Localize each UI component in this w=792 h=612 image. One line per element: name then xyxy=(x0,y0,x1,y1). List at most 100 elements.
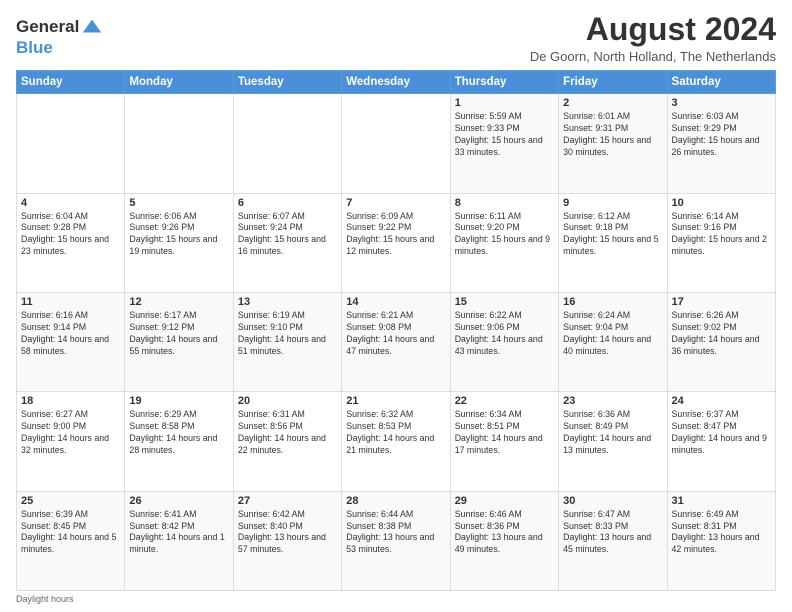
day-info: Sunrise: 6:09 AM Sunset: 9:22 PM Dayligh… xyxy=(346,211,445,259)
table-row: 16 Sunrise: 6:24 AM Sunset: 9:04 PM Dayli… xyxy=(559,292,667,391)
table-row: 11 Sunrise: 6:16 AM Sunset: 9:14 PM Dayli… xyxy=(17,292,125,391)
day-info: Sunrise: 6:47 AM Sunset: 8:33 PM Dayligh… xyxy=(563,509,662,557)
table-row: 19Sunrise: 6:29 AM Sunset: 8:58 PM Dayli… xyxy=(125,392,233,491)
col-friday: Friday xyxy=(559,71,667,94)
day-number: 7 xyxy=(346,197,445,209)
day-info: Sunrise: 6:17 AM Sunset: 9:12 PM Dayligh… xyxy=(129,310,228,358)
logo-icon xyxy=(81,16,103,38)
table-row: 15Sunrise: 6:22 AM Sunset: 9:06 PM Dayli… xyxy=(450,292,558,391)
day-info: Sunrise: 6:16 AM Sunset: 9:14 PM Dayligh… xyxy=(21,310,120,358)
day-info: Sunrise: 6:19 AM Sunset: 9:10 PM Dayligh… xyxy=(238,310,337,358)
day-info: Sunrise: 6:49 AM Sunset: 8:31 PM Dayligh… xyxy=(672,509,771,557)
day-info: Sunrise: 6:42 AM Sunset: 8:40 PM Dayligh… xyxy=(238,509,337,557)
table-row: 27 Sunrise: 6:42 AM Sunset: 8:40 PM Dayli… xyxy=(233,491,341,590)
day-info: Sunrise: 6:24 AM Sunset: 9:04 PM Dayligh… xyxy=(563,310,662,358)
calendar-header-row: Sunday Monday Tuesday Wednesday Thursday… xyxy=(17,71,776,94)
table-row: 3 Sunrise: 6:03 AM Sunset: 9:29 PM Daylig… xyxy=(667,94,775,193)
table-row: 12 Sunrise: 6:17 AM Sunset: 9:12 PM Dayli… xyxy=(125,292,233,391)
day-info: Sunrise: 6:07 AM Sunset: 9:24 PM Dayligh… xyxy=(238,211,337,259)
day-number: 21 xyxy=(346,395,445,407)
day-info: Sunrise: 6:32 AM Sunset: 8:53 PM Dayligh… xyxy=(346,409,445,457)
day-number: 22 xyxy=(455,395,554,407)
table-row: 22Sunrise: 6:34 AM Sunset: 8:51 PM Dayli… xyxy=(450,392,558,491)
day-info: Sunrise: 6:12 AM Sunset: 9:18 PM Dayligh… xyxy=(563,211,662,259)
day-info: Sunrise: 5:59 AM Sunset: 9:33 PM Dayligh… xyxy=(455,111,554,159)
table-row: 9 Sunrise: 6:12 AM Sunset: 9:18 PM Daylig… xyxy=(559,193,667,292)
table-row: 24 Sunrise: 6:37 AM Sunset: 8:47 PM Dayli… xyxy=(667,392,775,491)
calendar-week-row: 11 Sunrise: 6:16 AM Sunset: 9:14 PM Dayli… xyxy=(17,292,776,391)
day-number: 5 xyxy=(129,197,228,209)
table-row: 29Sunrise: 6:46 AM Sunset: 8:36 PM Dayli… xyxy=(450,491,558,590)
col-thursday: Thursday xyxy=(450,71,558,94)
logo: General Blue xyxy=(16,16,103,58)
title-block: August 2024 De Goorn, North Holland, The… xyxy=(530,12,776,64)
day-number: 8 xyxy=(455,197,554,209)
footer-note-text: Daylight hours xyxy=(16,594,74,604)
col-saturday: Saturday xyxy=(667,71,775,94)
calendar-week-row: 18 Sunrise: 6:27 AM Sunset: 9:00 PM Dayli… xyxy=(17,392,776,491)
col-wednesday: Wednesday xyxy=(342,71,450,94)
calendar-week-row: 1Sunrise: 5:59 AM Sunset: 9:33 PM Daylig… xyxy=(17,94,776,193)
day-number: 9 xyxy=(563,197,662,209)
day-number: 23 xyxy=(563,395,662,407)
day-number: 18 xyxy=(21,395,120,407)
table-row: 18 Sunrise: 6:27 AM Sunset: 9:00 PM Dayli… xyxy=(17,392,125,491)
day-info: Sunrise: 6:29 AM Sunset: 8:58 PM Dayligh… xyxy=(129,409,228,457)
table-row: 25Sunrise: 6:39 AM Sunset: 8:45 PM Dayli… xyxy=(17,491,125,590)
day-info: Sunrise: 6:03 AM Sunset: 9:29 PM Dayligh… xyxy=(672,111,771,159)
day-number: 15 xyxy=(455,296,554,308)
day-info: Sunrise: 6:44 AM Sunset: 8:38 PM Dayligh… xyxy=(346,509,445,557)
table-row: 4 Sunrise: 6:04 AM Sunset: 9:28 PM Daylig… xyxy=(17,193,125,292)
day-info: Sunrise: 6:04 AM Sunset: 9:28 PM Dayligh… xyxy=(21,211,120,259)
day-info: Sunrise: 6:14 AM Sunset: 9:16 PM Dayligh… xyxy=(672,211,771,259)
day-info: Sunrise: 6:36 AM Sunset: 8:49 PM Dayligh… xyxy=(563,409,662,457)
day-number: 29 xyxy=(455,495,554,507)
day-number: 2 xyxy=(563,97,662,109)
day-number: 25 xyxy=(21,495,120,507)
table-row: 21 Sunrise: 6:32 AM Sunset: 8:53 PM Dayli… xyxy=(342,392,450,491)
table-row: 20 Sunrise: 6:31 AM Sunset: 8:56 PM Dayli… xyxy=(233,392,341,491)
table-row xyxy=(17,94,125,193)
page: General Blue August 2024 De Goorn, North… xyxy=(0,0,792,612)
table-row: 30 Sunrise: 6:47 AM Sunset: 8:33 PM Dayli… xyxy=(559,491,667,590)
day-number: 26 xyxy=(129,495,228,507)
day-info: Sunrise: 6:41 AM Sunset: 8:42 PM Dayligh… xyxy=(129,509,228,557)
table-row xyxy=(342,94,450,193)
col-sunday: Sunday xyxy=(17,71,125,94)
table-row: 31 Sunrise: 6:49 AM Sunset: 8:31 PM Dayli… xyxy=(667,491,775,590)
day-number: 3 xyxy=(672,97,771,109)
day-info: Sunrise: 6:37 AM Sunset: 8:47 PM Dayligh… xyxy=(672,409,771,457)
day-number: 11 xyxy=(21,296,120,308)
day-number: 31 xyxy=(672,495,771,507)
day-number: 6 xyxy=(238,197,337,209)
table-row: 5Sunrise: 6:06 AM Sunset: 9:26 PM Daylig… xyxy=(125,193,233,292)
day-number: 4 xyxy=(21,197,120,209)
table-row: 2Sunrise: 6:01 AM Sunset: 9:31 PM Daylig… xyxy=(559,94,667,193)
table-row: 6 Sunrise: 6:07 AM Sunset: 9:24 PM Daylig… xyxy=(233,193,341,292)
table-row: 23 Sunrise: 6:36 AM Sunset: 8:49 PM Dayli… xyxy=(559,392,667,491)
day-number: 24 xyxy=(672,395,771,407)
day-number: 28 xyxy=(346,495,445,507)
col-monday: Monday xyxy=(125,71,233,94)
day-number: 14 xyxy=(346,296,445,308)
day-number: 13 xyxy=(238,296,337,308)
day-number: 27 xyxy=(238,495,337,507)
calendar-week-row: 4 Sunrise: 6:04 AM Sunset: 9:28 PM Daylig… xyxy=(17,193,776,292)
day-number: 12 xyxy=(129,296,228,308)
day-info: Sunrise: 6:11 AM Sunset: 9:20 PM Dayligh… xyxy=(455,211,554,259)
calendar-week-row: 25Sunrise: 6:39 AM Sunset: 8:45 PM Dayli… xyxy=(17,491,776,590)
table-row: 26 Sunrise: 6:41 AM Sunset: 8:42 PM Dayli… xyxy=(125,491,233,590)
day-number: 20 xyxy=(238,395,337,407)
table-row: 28 Sunrise: 6:44 AM Sunset: 8:38 PM Dayli… xyxy=(342,491,450,590)
day-info: Sunrise: 6:31 AM Sunset: 8:56 PM Dayligh… xyxy=(238,409,337,457)
table-row: 14 Sunrise: 6:21 AM Sunset: 9:08 PM Dayli… xyxy=(342,292,450,391)
day-info: Sunrise: 6:27 AM Sunset: 9:00 PM Dayligh… xyxy=(21,409,120,457)
table-row: 10Sunrise: 6:14 AM Sunset: 9:16 PM Dayli… xyxy=(667,193,775,292)
day-number: 16 xyxy=(563,296,662,308)
logo-general-text: General xyxy=(16,17,79,37)
day-info: Sunrise: 6:21 AM Sunset: 9:08 PM Dayligh… xyxy=(346,310,445,358)
table-row: 7 Sunrise: 6:09 AM Sunset: 9:22 PM Daylig… xyxy=(342,193,450,292)
col-tuesday: Tuesday xyxy=(233,71,341,94)
header: General Blue August 2024 De Goorn, North… xyxy=(16,12,776,64)
day-number: 30 xyxy=(563,495,662,507)
